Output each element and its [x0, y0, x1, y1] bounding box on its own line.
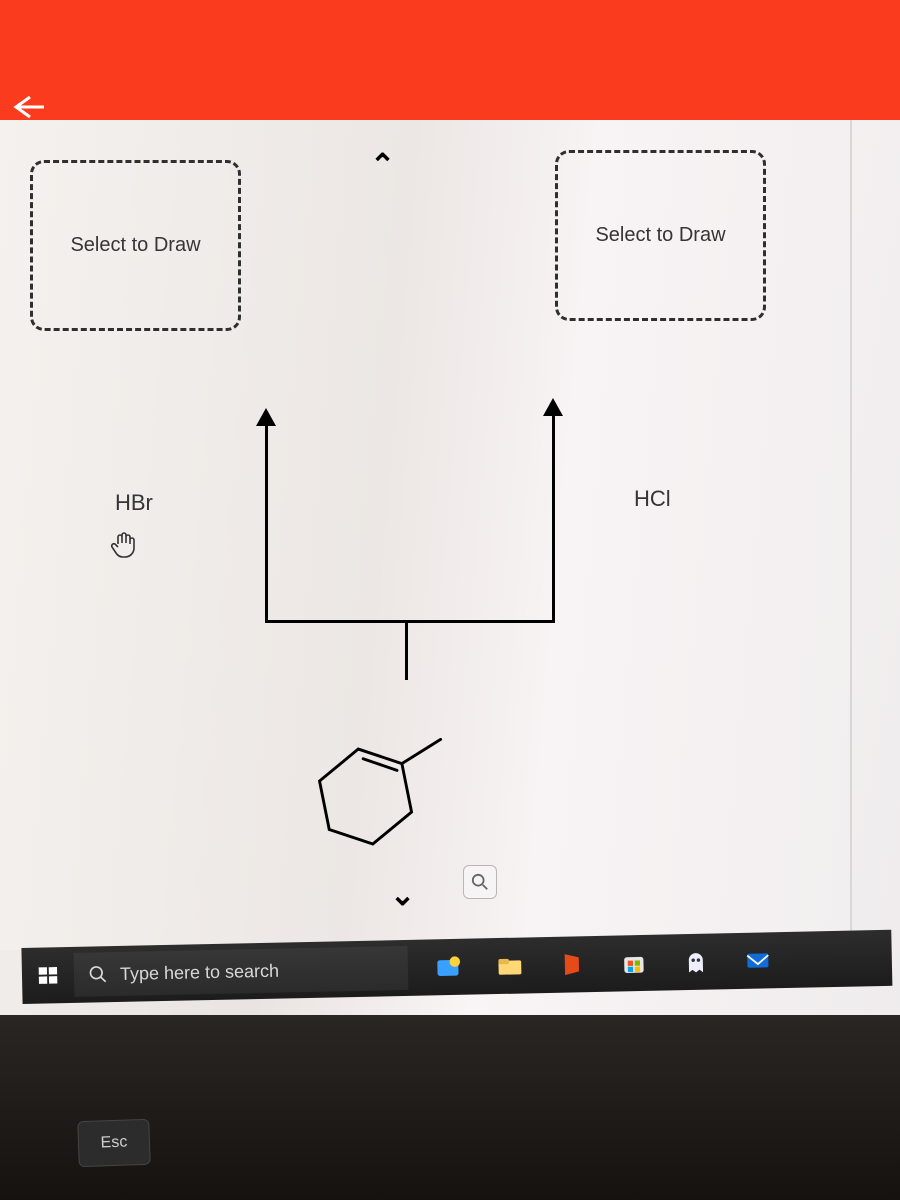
taskbar-app-store-icon[interactable] — [611, 941, 656, 986]
photo-wrap: ⌃ Select to Draw Select to Draw HBr HCl — [0, 0, 900, 1200]
taskbar-app-mail-icon[interactable] — [735, 938, 780, 983]
reagent-label-hcl: HCl — [634, 486, 671, 512]
draw-product-box-right[interactable]: Select to Draw — [555, 150, 766, 321]
start-button[interactable] — [21, 947, 74, 1004]
hand-cursor-icon — [108, 528, 142, 562]
draw-product-box-left[interactable]: Select to Draw — [30, 160, 241, 331]
taskbar-app-ghost-icon[interactable] — [673, 939, 718, 984]
laptop-deck — [0, 1015, 900, 1200]
esc-key-label: Esc — [100, 1134, 127, 1153]
taskbar-search[interactable]: Type here to search — [74, 946, 409, 997]
draw-box-label: Select to Draw — [70, 234, 200, 257]
taskbar-app-explorer-icon[interactable] — [487, 943, 532, 988]
magnify-button[interactable] — [463, 865, 497, 899]
chevron-down-icon[interactable]: ⌃ — [390, 875, 415, 910]
app-header-bar — [0, 0, 900, 120]
reaction-arrows — [250, 350, 590, 690]
starting-material-structure — [305, 720, 460, 875]
keyboard-esc-key: Esc — [77, 1119, 151, 1167]
laptop-screen: ⌃ Select to Draw Select to Draw HBr HCl — [0, 0, 900, 1015]
reagent-label-hbr: HBr — [115, 490, 153, 516]
search-placeholder: Type here to search — [120, 960, 279, 984]
taskbar-app-news-icon[interactable] — [425, 945, 470, 990]
taskbar-app-office-icon[interactable] — [549, 942, 594, 987]
draw-box-label: Select to Draw — [595, 224, 725, 247]
question-canvas: ⌃ Select to Draw Select to Draw HBr HCl — [0, 120, 852, 950]
chevron-up-icon[interactable]: ⌃ — [370, 148, 395, 183]
